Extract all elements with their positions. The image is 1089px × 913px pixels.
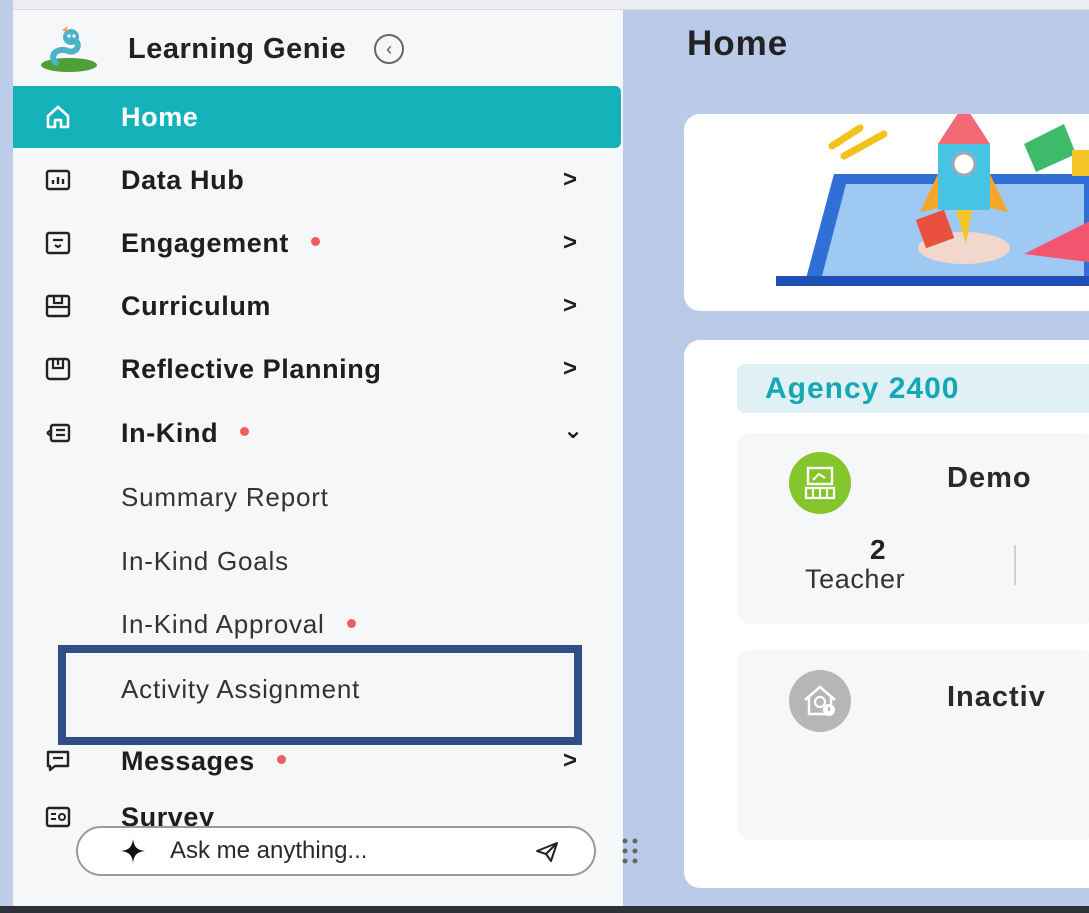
home-icon [46, 105, 70, 129]
ask-assistant-input[interactable]: Ask me anything... [76, 826, 596, 876]
send-icon[interactable] [534, 839, 560, 865]
sidebar-item-engagement[interactable]: Engagement > [13, 212, 621, 274]
book-icon [45, 294, 71, 318]
chevron-right-icon: > [563, 292, 578, 319]
inactive-school-icon [789, 670, 851, 732]
notification-dot [276, 754, 286, 764]
classroom-icon [789, 452, 851, 514]
teacher-label: Teacher [805, 564, 906, 594]
sidebar-subitem-in-kind-goals[interactable]: In-Kind Goals [121, 546, 289, 577]
chevron-down-icon: ⌄ [563, 417, 584, 444]
sidebar-item-label: Engagement [121, 228, 321, 259]
page-title: Home [687, 24, 789, 63]
sidebar-item-label: Messages [121, 746, 286, 777]
chevron-right-icon: > [563, 747, 578, 774]
chevron-right-icon: > [563, 166, 578, 193]
drag-handle-icon[interactable] [620, 836, 640, 866]
chevron-right-icon: > [563, 229, 578, 256]
sidebar-item-data-hub[interactable]: Data Hub > [13, 149, 621, 211]
sidebar-item-label: Curriculum [121, 290, 272, 321]
survey-icon [45, 806, 71, 828]
ask-placeholder: Ask me anything... [170, 837, 368, 864]
planner-icon [45, 357, 71, 381]
notification-dot [240, 426, 250, 436]
window-bottom-edge [0, 906, 1089, 913]
sidebar-item-label: Reflective Planning [121, 353, 382, 384]
brand[interactable]: Learning Genie ‹ [38, 25, 405, 73]
sidebar-subitem-activity-assignment[interactable]: Activity Assignment [121, 674, 360, 705]
banner-card [684, 104, 1089, 311]
sidebar: Learning Genie ‹ Home Data Hub > Engagem… [13, 10, 623, 906]
sidebar-item-in-kind[interactable]: In-Kind ⌄ [13, 402, 621, 464]
rocket-launch-illustration [776, 104, 1089, 286]
sidebar-subitem-summary-report[interactable]: Summary Report [121, 482, 329, 513]
window-top-edge [0, 0, 1089, 10]
sidebar-item-label: In-Kind [121, 418, 250, 449]
teacher-count: 2 [870, 534, 886, 565]
sidebar-item-reflective-planning[interactable]: Reflective Planning > [13, 338, 621, 400]
in-kind-icon [46, 423, 71, 443]
inactive-center-name: Inactiv [947, 681, 1046, 713]
chevron-right-icon: > [563, 355, 578, 382]
agency-name[interactable]: Agency 2400 [765, 372, 959, 406]
sparkle-icon [121, 839, 145, 863]
stat-divider [1014, 545, 1016, 585]
chat-icon [46, 750, 70, 772]
brand-name: Learning Genie [128, 32, 347, 65]
sidebar-item-curriculum[interactable]: Curriculum > [13, 275, 621, 337]
sidebar-subitem-in-kind-approval[interactable]: In-Kind Approval [121, 609, 356, 640]
genie-logo-icon [41, 26, 97, 72]
chevron-left-circle-icon[interactable]: ‹ [374, 34, 405, 64]
notification-dot [346, 618, 356, 628]
center-name: Demo [947, 462, 1032, 494]
sidebar-item-label: Data Hub [121, 164, 245, 195]
sidebar-item-home[interactable]: Home [13, 86, 621, 148]
bar-chart-icon [45, 169, 71, 191]
notification-dot [311, 236, 321, 246]
sidebar-item-label: Home [121, 101, 199, 132]
message-box-icon [45, 231, 71, 255]
window-left-edge [0, 0, 13, 913]
